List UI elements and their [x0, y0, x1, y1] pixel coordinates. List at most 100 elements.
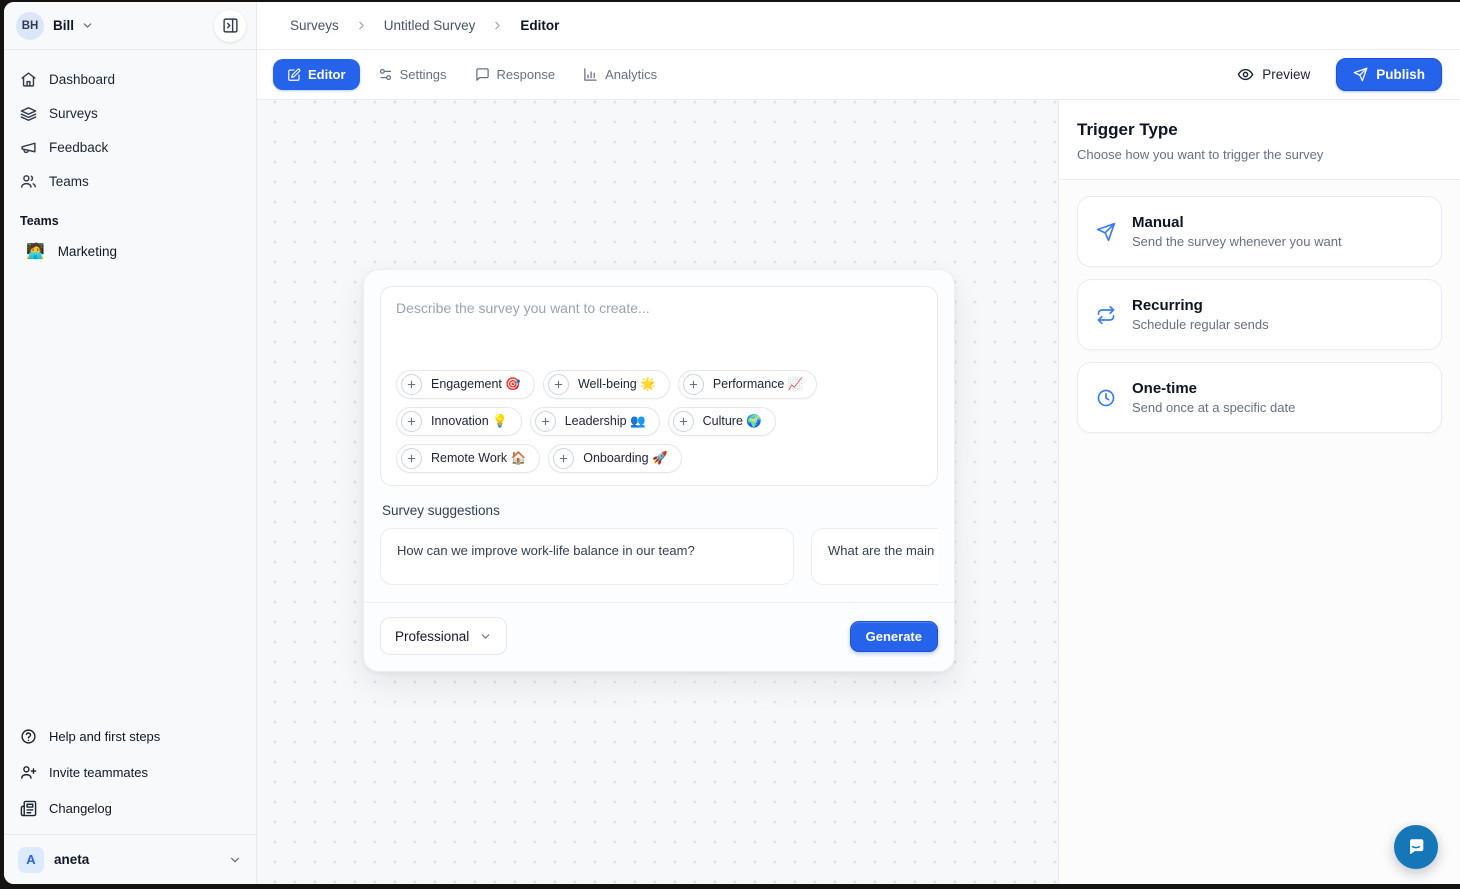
sidebar-item-help[interactable]: Help and first steps [4, 718, 256, 754]
preview-label: Preview [1262, 67, 1310, 82]
editor-canvas[interactable]: Engagement 🎯 Well-being 🌟 Performance 📈 … [257, 100, 1058, 884]
topic-chip-engagement[interactable]: Engagement 🎯 [396, 370, 535, 399]
panel-body: Manual Send the survey whenever you want… [1059, 180, 1460, 461]
edit-square-icon [287, 68, 301, 82]
sidebar-item-team-marketing[interactable]: 🧑‍💻 Marketing [4, 234, 256, 268]
chevron-down-icon [228, 853, 242, 867]
user-menu[interactable]: A aneta [4, 834, 256, 884]
suggestions-row: How can we improve work-life balance in … [380, 528, 938, 585]
chat-launcher-button[interactable] [1394, 825, 1438, 869]
sidebar-item-label: Dashboard [49, 72, 115, 87]
suggestion-card[interactable]: How can we improve work-life balance in … [380, 528, 794, 585]
topic-chip-innovation[interactable]: Innovation 💡 [396, 407, 522, 436]
topic-chips: Engagement 🎯 Well-being 🌟 Performance 📈 … [396, 370, 922, 473]
trigger-option-manual[interactable]: Manual Send the survey whenever you want [1077, 196, 1442, 267]
sidebar-spacer [4, 268, 256, 718]
tone-select[interactable]: Professional [380, 617, 507, 655]
preview-button[interactable]: Preview [1237, 66, 1310, 83]
team-item-label: Marketing [58, 244, 117, 259]
chevron-right-icon [491, 19, 504, 32]
repeat-icon [1096, 305, 1116, 325]
tone-select-value: Professional [395, 629, 469, 644]
sidebar-item-feedback[interactable]: Feedback [4, 130, 256, 164]
trigger-option-description: Send once at a specific date [1132, 400, 1295, 415]
tab-analytics[interactable]: Analytics [573, 59, 667, 90]
eye-icon [1237, 66, 1254, 83]
topic-chip-label: Onboarding 🚀 [583, 451, 667, 466]
trigger-option-text: One-time Send once at a specific date [1132, 380, 1295, 415]
user-plus-icon [20, 764, 37, 781]
suggestions-label: Survey suggestions [382, 503, 936, 518]
sidebar-item-dashboard[interactable]: Dashboard [4, 62, 256, 96]
composer-footer: Professional Generate [380, 603, 938, 655]
tab-label: Analytics [605, 67, 657, 82]
home-icon [20, 71, 37, 88]
panel-title: Trigger Type [1077, 120, 1442, 140]
tab-label: Settings [400, 67, 447, 82]
sidebar: BH Bill Dashboard Surveys Feedb [4, 2, 257, 884]
trigger-option-title: Manual [1132, 214, 1342, 231]
topic-chip-label: Performance 📈 [713, 377, 804, 392]
users-icon [20, 173, 37, 190]
newspaper-icon [20, 800, 37, 817]
topic-chip-label: Culture 🌍 [703, 414, 762, 429]
sidebar-item-teams[interactable]: Teams [4, 164, 256, 198]
breadcrumb: Surveys Untitled Survey Editor [257, 2, 1460, 50]
topic-chip-label: Remote Work 🏠 [431, 451, 526, 466]
chevron-down-icon [81, 19, 94, 32]
trigger-option-recurring[interactable]: Recurring Schedule regular sends [1077, 279, 1442, 350]
content-area: Engagement 🎯 Well-being 🌟 Performance 📈 … [257, 100, 1460, 884]
send-icon [1096, 222, 1116, 242]
trigger-type-panel: Trigger Type Choose how you want to trig… [1058, 100, 1460, 884]
bar-chart-icon [583, 67, 598, 82]
workspace-switcher[interactable]: Bill [53, 18, 74, 33]
plus-icon [401, 374, 422, 395]
trigger-option-description: Schedule regular sends [1132, 317, 1269, 332]
topic-chip-onboarding[interactable]: Onboarding 🚀 [548, 444, 681, 473]
tab-response[interactable]: Response [465, 59, 566, 90]
survey-description-input[interactable] [396, 300, 922, 370]
tab-settings[interactable]: Settings [368, 59, 457, 90]
panel-header: Trigger Type Choose how you want to trig… [1059, 100, 1460, 180]
plus-icon [673, 411, 694, 432]
megaphone-icon [20, 139, 37, 156]
workspace-avatar: BH [16, 12, 44, 40]
tab-bar: Editor Settings Response Analytics Previ… [257, 50, 1460, 100]
topic-chip-leadership[interactable]: Leadership 👥 [530, 407, 660, 436]
send-icon [1353, 67, 1368, 82]
trigger-option-text: Recurring Schedule regular sends [1132, 297, 1269, 332]
sidebar-nav: Dashboard Surveys Feedback Teams Teams 🧑… [4, 50, 256, 268]
topic-chip-culture[interactable]: Culture 🌍 [668, 407, 776, 436]
topic-chip-label: Engagement 🎯 [431, 377, 521, 392]
topic-chip-remote-work[interactable]: Remote Work 🏠 [396, 444, 540, 473]
sidebar-item-label: Teams [49, 174, 89, 189]
publish-button[interactable]: Publish [1336, 58, 1442, 91]
trigger-option-one-time[interactable]: One-time Send once at a specific date [1077, 362, 1442, 433]
topic-chip-performance[interactable]: Performance 📈 [678, 370, 818, 399]
trigger-option-title: Recurring [1132, 297, 1269, 314]
plus-icon [401, 448, 422, 469]
suggestion-card[interactable]: What are the main ob [811, 528, 938, 585]
topic-chip-label: Leadership 👥 [565, 414, 646, 429]
topic-chip-well-being[interactable]: Well-being 🌟 [543, 370, 670, 399]
user-avatar: A [18, 847, 44, 873]
chevron-down-icon [479, 630, 492, 643]
panel-subtitle: Choose how you want to trigger the surve… [1077, 147, 1442, 162]
breadcrumb-item-untitled-survey[interactable]: Untitled Survey [384, 18, 476, 33]
footer-item-label: Help and first steps [49, 729, 160, 744]
tab-editor[interactable]: Editor [273, 59, 360, 90]
chevron-right-icon [355, 19, 368, 32]
sidebar-item-changelog[interactable]: Changelog [4, 790, 256, 826]
topic-chip-label: Innovation 💡 [431, 414, 508, 429]
generate-button[interactable]: Generate [850, 621, 938, 652]
tab-label: Response [497, 67, 556, 82]
sidebar-item-invite[interactable]: Invite teammates [4, 754, 256, 790]
panel-right-open-icon [222, 17, 239, 34]
sidebar-item-surveys[interactable]: Surveys [4, 96, 256, 130]
breadcrumb-item-editor: Editor [520, 18, 559, 33]
plus-icon [683, 374, 704, 395]
chat-bubble-icon [1405, 836, 1427, 858]
breadcrumb-item-surveys[interactable]: Surveys [290, 18, 339, 33]
workspace-row: BH Bill [4, 2, 256, 50]
sidebar-toggle-button[interactable] [214, 10, 246, 42]
